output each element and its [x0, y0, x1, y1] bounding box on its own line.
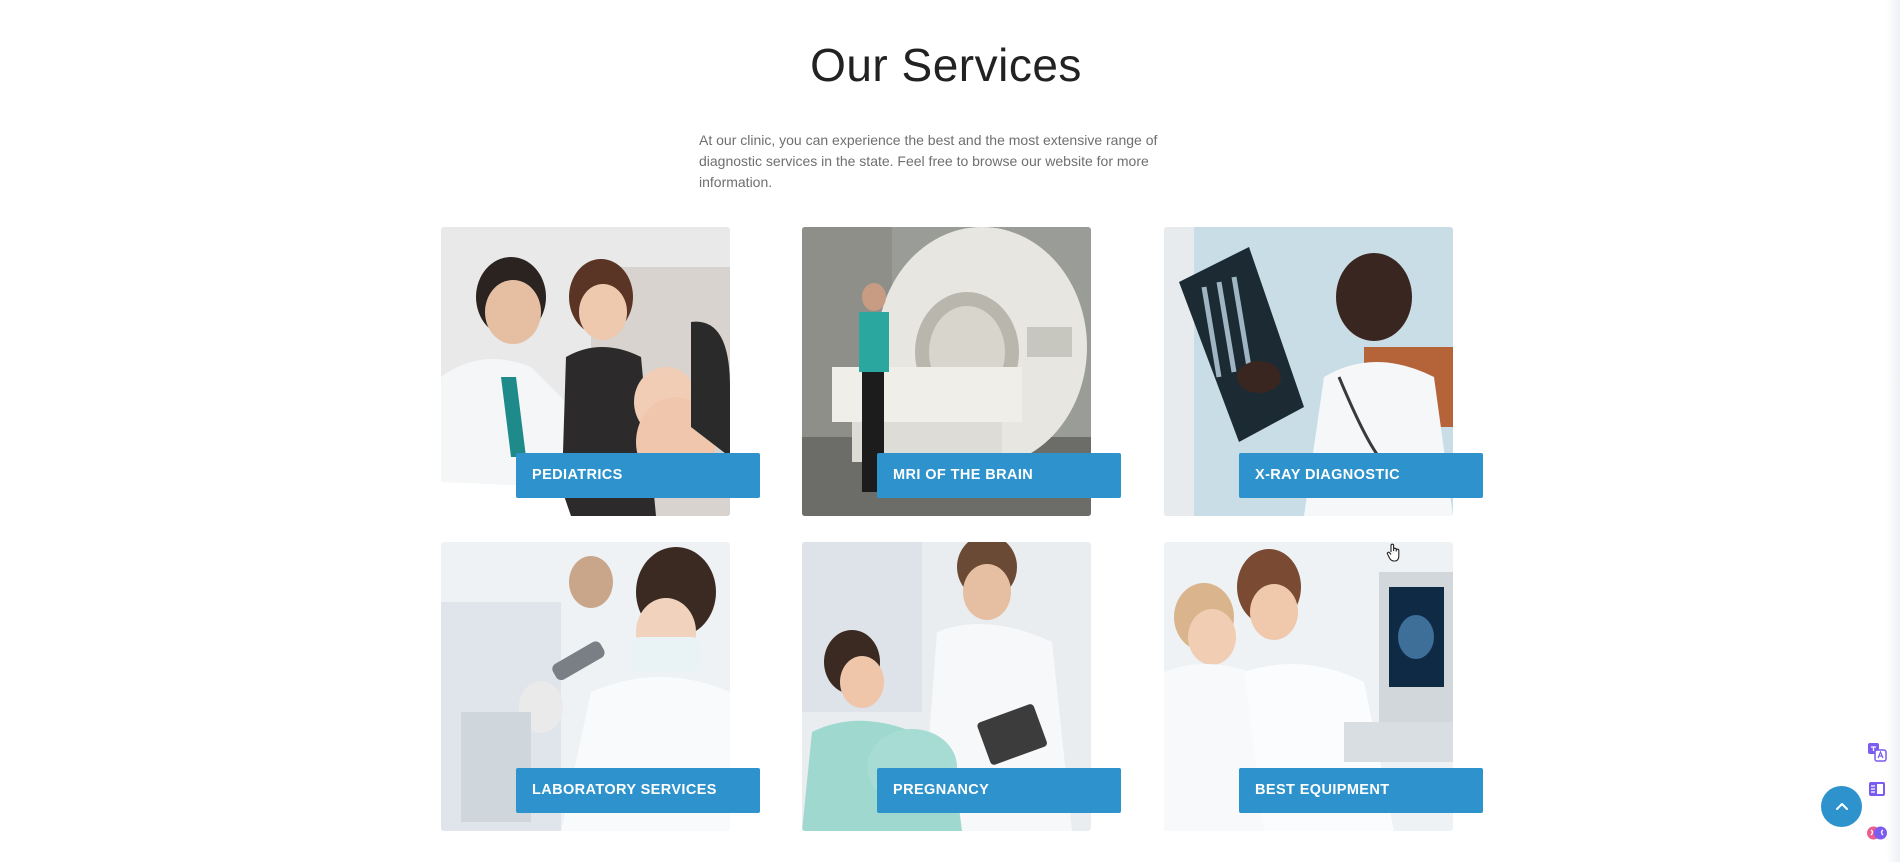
- pediatrics-label[interactable]: PEDIATRICS: [516, 453, 760, 498]
- service-card-equipment[interactable]: BEST EQUIPMENT: [1164, 542, 1483, 831]
- page-scrollbar-edge: [1886, 0, 1900, 862]
- back-to-top-button[interactable]: [1821, 786, 1862, 827]
- service-card-pediatrics[interactable]: PEDIATRICS: [441, 227, 760, 516]
- service-card-mri[interactable]: MRI OF THE BRAIN: [802, 227, 1121, 516]
- mri-label[interactable]: MRI OF THE BRAIN: [877, 453, 1121, 498]
- service-card-xray[interactable]: X-RAY DIAGNOSTIC: [1164, 227, 1483, 516]
- xray-label[interactable]: X-RAY DIAGNOSTIC: [1239, 453, 1483, 498]
- service-card-pregnancy[interactable]: PREGNANCY: [802, 542, 1121, 831]
- chevron-up-icon: [1835, 802, 1848, 810]
- services-page: Our Services At our clinic, you can expe…: [0, 0, 1900, 862]
- pregnancy-label[interactable]: PREGNANCY: [877, 768, 1121, 813]
- hand-pointer-icon: [1386, 543, 1400, 562]
- equipment-label[interactable]: BEST EQUIPMENT: [1239, 768, 1483, 813]
- section-title: Our Services: [810, 39, 1082, 91]
- section-intro: At our clinic, you can experience the be…: [699, 132, 1158, 190]
- translate-tool[interactable]: [1866, 741, 1888, 763]
- laboratory-label[interactable]: LABORATORY SERVICES: [516, 768, 760, 813]
- ai-brain-icon: [1867, 826, 1887, 840]
- reader-tool[interactable]: [1866, 778, 1888, 800]
- service-card-laboratory[interactable]: LABORATORY SERVICES: [441, 542, 760, 831]
- reader-icon: [1869, 782, 1885, 796]
- ai-brain-tool[interactable]: [1866, 822, 1888, 844]
- translate-icon: [1868, 743, 1887, 762]
